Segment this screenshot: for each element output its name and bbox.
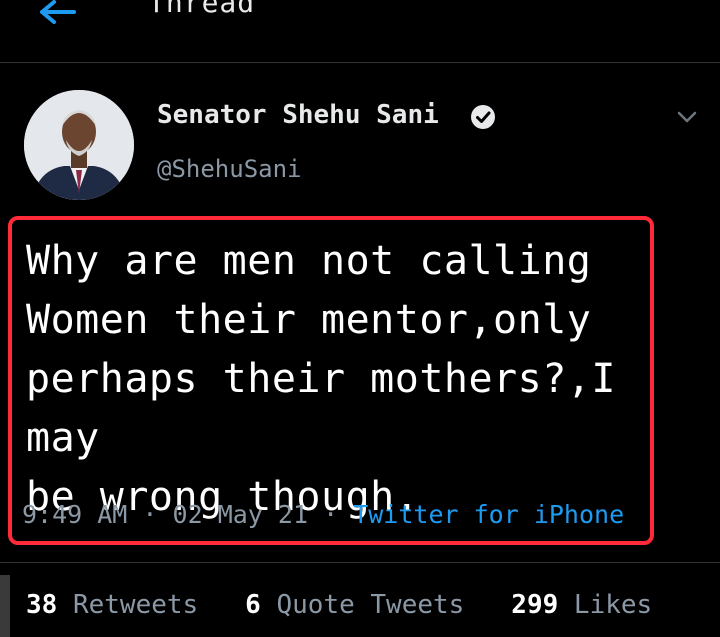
tweet-text-line: perhaps their mothers?,I may (26, 356, 616, 461)
retweets-label: Retweets (72, 590, 199, 620)
separator-dot: · (142, 500, 158, 529)
tweet-time[interactable]: 9:49 AM (22, 500, 127, 529)
divider (0, 62, 720, 63)
tweet-text-line: Women their mentor,only (26, 297, 592, 343)
tweet-date[interactable]: 02 May 21 (173, 500, 308, 529)
chevron-down-icon[interactable] (674, 104, 700, 130)
display-name[interactable]: Senator Shehu Sani (157, 100, 439, 130)
quote-tweets-count: 6 (245, 590, 261, 620)
likes-count: 299 (511, 590, 559, 620)
separator-dot: · (323, 500, 339, 529)
page-title: Thread (148, 0, 256, 19)
tweet-metadata: 9:49 AM · 02 May 21 · Twitter for iPhone (22, 500, 624, 529)
quote-tweets-label: Quote Tweets (276, 590, 465, 620)
scroll-edge-indicator (0, 575, 10, 637)
avatar-image (24, 90, 134, 200)
avatar[interactable] (24, 90, 134, 200)
verified-badge-icon (471, 105, 495, 129)
top-bar: Thread (0, 0, 720, 62)
handle[interactable]: @ShehuSani (157, 155, 302, 183)
tweet-text: Why are men not calling Women their ment… (26, 232, 646, 527)
retweets-stat[interactable]: 38 Retweets (26, 590, 214, 620)
likes-stat[interactable]: 299 Likes (511, 590, 652, 620)
likes-label: Likes (573, 590, 653, 620)
retweets-count: 38 (26, 590, 58, 620)
quote-tweets-stat[interactable]: 6 Quote Tweets (245, 590, 480, 620)
divider (0, 562, 720, 563)
back-arrow-icon[interactable] (30, 0, 80, 24)
tweet-source-link[interactable]: Twitter for iPhone (353, 500, 624, 529)
tweet-text-line: Why are men not calling (26, 238, 592, 284)
engagement-stats: 38 Retweets 6 Quote Tweets 299 Likes (26, 590, 652, 620)
